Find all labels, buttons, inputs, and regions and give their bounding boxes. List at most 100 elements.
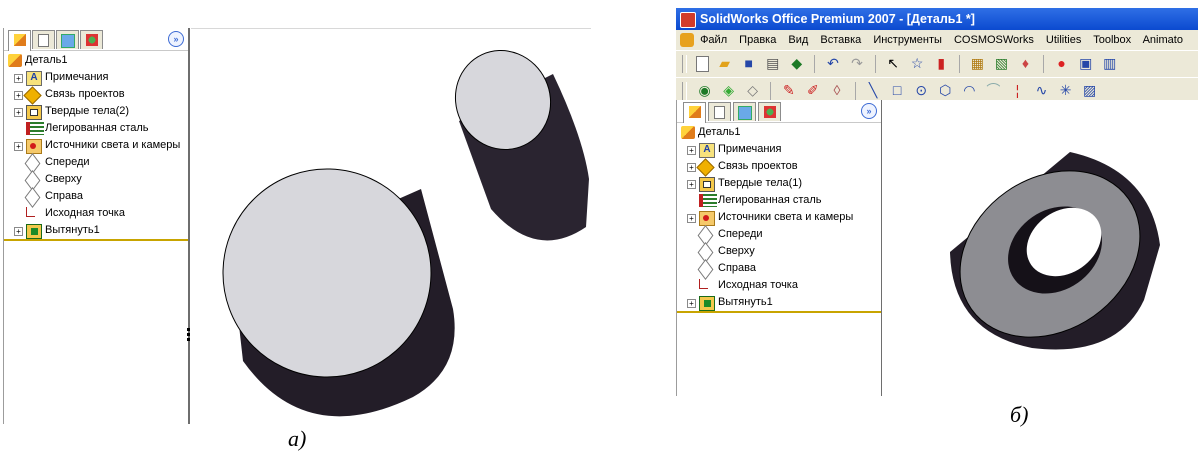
expand-panel-button[interactable]: » [861, 103, 877, 119]
propertymanager-tab[interactable] [32, 30, 55, 49]
print-icon[interactable]: ▤ [764, 55, 781, 72]
notes-icon: A [26, 71, 42, 86]
circle-icon[interactable]: ⊙ [913, 82, 930, 99]
rebuild-icon[interactable]: ◆ [788, 55, 805, 72]
menu-file[interactable]: Файл [700, 34, 727, 46]
tree-item[interactable]: + A Примечания [4, 69, 188, 86]
tree-item[interactable]: Сверху [4, 170, 188, 191]
select-icon[interactable]: ↖ [885, 55, 902, 72]
menu-cosmosworks[interactable]: COSMOSWorks [954, 34, 1034, 46]
configurationmanager-tab[interactable] [56, 30, 79, 49]
open-folder-icon[interactable]: ▰ [716, 55, 733, 72]
3d-sketch-icon[interactable]: ✐ [804, 82, 821, 99]
display-style-icon[interactable]: ▣ [1077, 55, 1094, 72]
tree-item[interactable]: + Твердые тела(1) [677, 175, 881, 192]
tree-item[interactable]: + Связь проектов [677, 158, 881, 177]
tree-item[interactable]: Легированная сталь [677, 192, 881, 209]
propertymanager-tab[interactable] [708, 102, 731, 121]
tree-item[interactable]: Сверху [677, 242, 881, 263]
polygon-icon[interactable]: ⬡ [937, 82, 954, 99]
dimxpert-tab[interactable] [80, 30, 103, 49]
tree-root-label: Деталь1 [698, 126, 741, 138]
reference-geometry-icon[interactable]: ◇ [744, 82, 761, 99]
plane-tool-icon[interactable]: ▨ [1081, 82, 1098, 99]
featuremanager-tab[interactable] [8, 30, 31, 51]
expand-node-icon[interactable]: + [14, 227, 23, 236]
tree-item[interactable]: + Связь проектов [4, 86, 188, 105]
view-orientation-icon[interactable]: ▥ [1101, 55, 1118, 72]
menu-edit[interactable]: Правка [739, 34, 776, 46]
tree-item[interactable]: Справа [677, 259, 881, 280]
toolbar-grip[interactable] [682, 82, 687, 100]
expand-node-icon[interactable]: + [687, 214, 696, 223]
tree-item-label: Связь проектов [718, 160, 798, 172]
tree-item[interactable]: + Вытянуть1 [4, 222, 188, 241]
expand-node-icon[interactable]: + [687, 299, 696, 308]
propertymanager-icon [714, 106, 725, 119]
tree-item[interactable]: Легированная сталь [4, 120, 188, 137]
expand-panel-button[interactable]: » [168, 31, 184, 47]
tree-item[interactable]: + Источники света и камеры [677, 209, 881, 226]
centerline-icon[interactable]: ¦ [1009, 82, 1026, 99]
grid-icon[interactable]: ▧ [993, 55, 1010, 72]
tangent-arc-icon[interactable]: ⌒ [985, 82, 1002, 99]
expand-node-icon[interactable]: + [687, 163, 696, 172]
tree-item[interactable]: + Источники света и камеры [4, 137, 188, 154]
tree-item-label: Связь проектов [45, 88, 125, 100]
smart-tool-icon[interactable]: ◊ [828, 82, 845, 99]
sketch-icon[interactable]: ✎ [780, 82, 797, 99]
screenshot-b: SolidWorks Office Premium 2007 - [Деталь… [676, 8, 1198, 396]
feature-manager-tree-a: » Деталь1 + A Примечания + Связь проектов + Тве… [3, 28, 190, 424]
tree-item[interactable]: Справа [4, 187, 188, 208]
dimxpert-tab[interactable] [758, 102, 781, 121]
expand-node-icon[interactable]: + [14, 142, 23, 151]
tree-item[interactable]: + A Примечания [677, 141, 881, 158]
arc-icon[interactable]: ◠ [961, 82, 978, 99]
features-icon[interactable]: ◉ [696, 82, 713, 99]
toolbox-icon[interactable]: ♦ [1017, 55, 1034, 72]
design-binder-icon [696, 158, 715, 177]
menu-toolbox[interactable]: Toolbox [1093, 34, 1131, 46]
line-icon[interactable]: ╲ [865, 82, 882, 99]
tree-root-part[interactable]: Деталь1 [4, 52, 188, 69]
menu-animator[interactable]: Animato [1143, 34, 1183, 46]
undo-icon[interactable]: ↶ [824, 55, 841, 72]
menu-tools[interactable]: Инструменты [873, 34, 942, 46]
menu-bar: Файл Правка Вид Вставка Инструменты COSM… [676, 30, 1198, 50]
new-document-icon[interactable] [696, 56, 710, 72]
tree-root-label: Деталь1 [25, 54, 68, 66]
tree-item[interactable]: + Твердые тела(2) [4, 103, 188, 120]
tree-item[interactable]: + Вытянуть1 [677, 294, 881, 313]
smart-dimension-icon[interactable]: ◈ [720, 82, 737, 99]
select-other-icon[interactable]: ☆ [909, 55, 926, 72]
window-titlebar[interactable]: SolidWorks Office Premium 2007 - [Деталь… [676, 8, 1198, 30]
graphics-area-b[interactable] [882, 100, 1198, 396]
configurationmanager-tab[interactable] [733, 102, 756, 121]
menu-insert[interactable]: Вставка [820, 34, 861, 46]
spline-icon[interactable]: ∿ [1033, 82, 1050, 99]
tree-root-part[interactable]: Деталь1 [677, 124, 881, 141]
expand-node-icon[interactable]: + [687, 180, 696, 189]
graphics-area-a[interactable] [191, 28, 591, 429]
traffic-light-icon[interactable]: ▮ [933, 55, 950, 72]
options-icon[interactable]: ▦ [969, 55, 986, 72]
tree-item[interactable]: Исходная точка [677, 277, 881, 294]
featuremanager-tab[interactable] [683, 102, 706, 123]
solidworks-menu-icon[interactable] [680, 33, 694, 47]
redo-icon[interactable]: ↷ [849, 55, 866, 72]
tree-item[interactable]: Исходная точка [4, 205, 188, 222]
appearance-icon[interactable]: ● [1053, 55, 1070, 72]
tree-item[interactable]: Спереди [4, 153, 188, 174]
expand-node-icon[interactable]: + [14, 74, 23, 83]
toolbar-grip[interactable] [682, 55, 687, 73]
tree-item[interactable]: Спереди [677, 225, 881, 246]
expand-node-icon[interactable]: + [14, 108, 23, 117]
menu-view[interactable]: Вид [788, 34, 808, 46]
expand-node-icon[interactable]: + [14, 91, 23, 100]
extrude-icon [26, 224, 42, 239]
rectangle-icon[interactable]: □ [889, 82, 906, 99]
expand-node-icon[interactable]: + [687, 146, 696, 155]
menu-utilities[interactable]: Utilities [1046, 34, 1081, 46]
save-icon[interactable]: ■ [740, 55, 757, 72]
point-icon[interactable]: ✳ [1057, 82, 1074, 99]
